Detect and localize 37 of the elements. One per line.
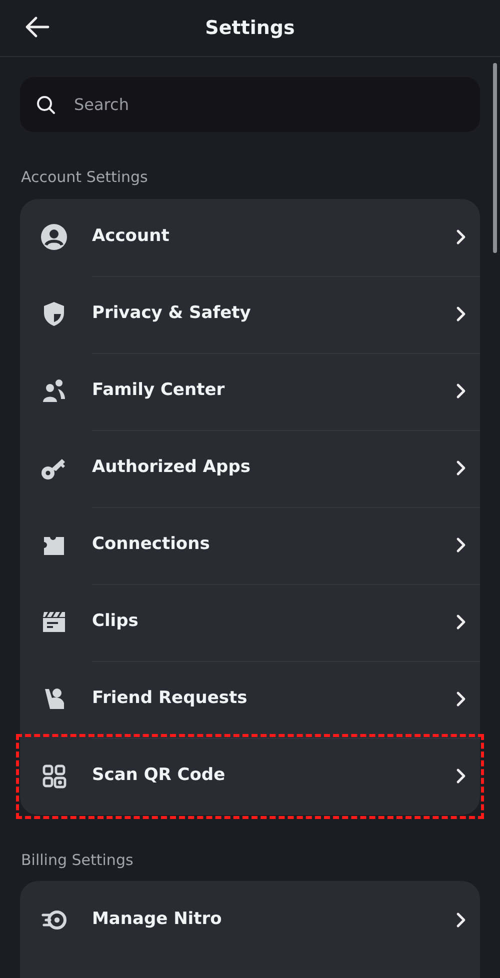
settings-item[interactable]: Privacy & Safety (20, 276, 480, 352)
chevron-right-icon (456, 460, 466, 476)
qr-code-icon (40, 762, 68, 790)
page-title: Settings (205, 16, 295, 40)
chevron-right-icon (456, 229, 466, 245)
chevron-right-icon (456, 614, 466, 630)
item-label: Clips (92, 610, 140, 634)
chevron-right-icon (456, 691, 466, 707)
search-input[interactable]: Search (72, 92, 464, 118)
section-heading: Account Settings (21, 167, 149, 188)
settings-item[interactable]: Account (20, 198, 480, 276)
settings-item[interactable]: Connections (20, 506, 480, 584)
search-field[interactable]: Search (20, 77, 480, 132)
search-icon (36, 94, 56, 114)
people-icon (40, 377, 68, 405)
item-label: Privacy & Safety (92, 302, 252, 326)
settings-item[interactable]: Scan QR Code (20, 738, 480, 814)
chevron-right-icon (456, 306, 466, 322)
settings-item[interactable]: Family Center (20, 352, 480, 430)
chevron-right-icon (456, 912, 466, 928)
item-label: Connections (92, 533, 211, 556)
scrollbar[interactable] (493, 63, 497, 253)
chevron-right-icon (456, 383, 466, 399)
item-label: Friend Requests (92, 687, 248, 710)
item-label: Scan QR Code (92, 764, 226, 788)
settings-item[interactable]: Friend Requests (20, 660, 480, 738)
section-heading: Billing Settings (21, 850, 134, 870)
chevron-right-icon (456, 768, 466, 784)
item-label: Manage Nitro (92, 908, 223, 931)
item-label: Account (92, 225, 170, 248)
settings-item[interactable]: Clips (20, 584, 480, 660)
item-label: Authorized Apps (92, 456, 252, 480)
item-label: Family Center (92, 379, 226, 402)
back-arrow-icon[interactable] (24, 16, 50, 38)
account-icon (40, 223, 68, 251)
chevron-right-icon (456, 537, 466, 553)
settings-item[interactable]: Authorized Apps (20, 430, 480, 506)
